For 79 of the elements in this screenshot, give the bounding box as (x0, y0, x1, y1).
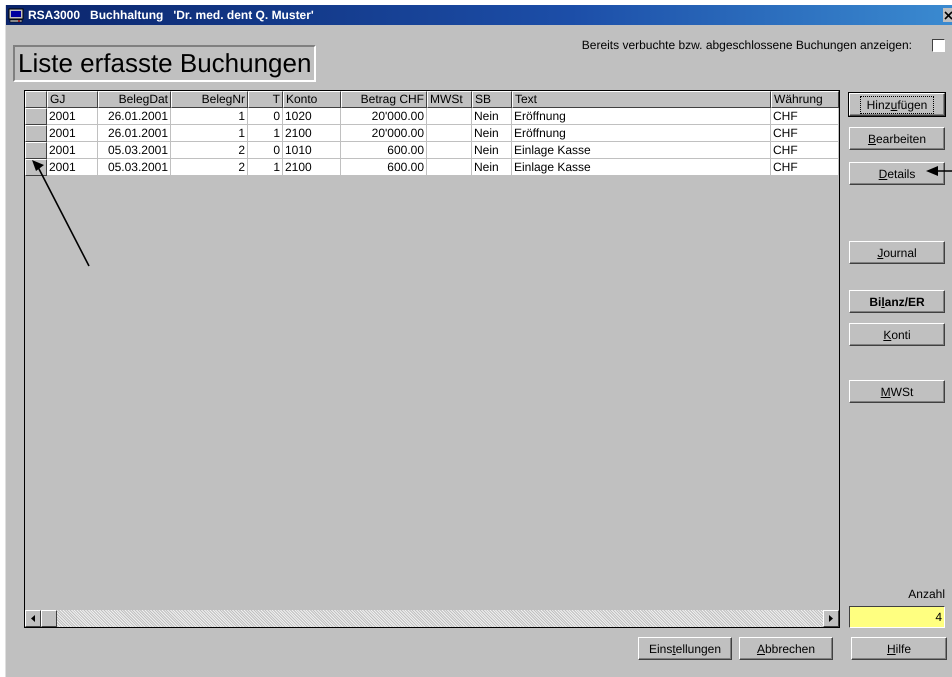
table-cell (427, 159, 472, 176)
table-cell: Eröffnung (512, 108, 771, 125)
table-cell: Nein (472, 108, 512, 125)
table-cell: CHF (771, 142, 839, 159)
annotation-arrow (926, 166, 952, 176)
table-cell: Nein (472, 125, 512, 142)
horizontal-scrollbar[interactable] (25, 609, 839, 627)
table-cell: 1010 (283, 142, 341, 159)
column-header[interactable]: BelegNr (171, 91, 248, 108)
action-button[interactable]: Bilanz/ER (849, 290, 945, 313)
table-cell: 2001 (47, 108, 98, 125)
table-cell: 0 (248, 142, 283, 159)
action-button[interactable]: Konti (849, 323, 945, 346)
action-button[interactable]: Hinzufügen (849, 93, 945, 116)
column-header[interactable]: Konto (283, 91, 341, 108)
table-cell: 1 (248, 125, 283, 142)
column-header[interactable]: Betrag CHF (341, 91, 427, 108)
table-cell: 20'000.00 (341, 108, 427, 125)
scroll-thumb[interactable] (41, 610, 57, 627)
checkbox-label: Bereits verbuchte bzw. abgeschlossene Buchungen anzeigen: (582, 38, 912, 52)
table-cell: Einlage Kasse (512, 159, 771, 176)
column-header[interactable]: T (248, 91, 283, 108)
row-selector[interactable] (25, 108, 47, 125)
table-cell: 26.01.2001 (98, 125, 171, 142)
table-cell: Nein (472, 159, 512, 176)
table-cell: CHF (771, 159, 839, 176)
dialog-button[interactable]: Hilfe (851, 637, 947, 660)
table-cell: 05.03.2001 (98, 142, 171, 159)
table-cell (427, 142, 472, 159)
table-cell: 1 (171, 108, 248, 125)
table-cell: Nein (472, 142, 512, 159)
table-cell: 26.01.2001 (98, 108, 171, 125)
row-selector[interactable] (25, 142, 47, 159)
column-header[interactable]: MWSt (427, 91, 472, 108)
table-cell: 2100 (283, 125, 341, 142)
window-title: RSA3000 Buchhaltung 'Dr. med. dent Q. Muster' (28, 8, 315, 22)
dialog-button[interactable]: Abbrechen (739, 637, 833, 660)
table-cell: 2001 (47, 142, 98, 159)
scroll-right-button[interactable] (823, 610, 839, 627)
action-button[interactable]: Bearbeiten (849, 127, 945, 150)
monitor-icon (8, 8, 24, 22)
table-cell: 2 (171, 142, 248, 159)
table-cell: 600.00 (341, 142, 427, 159)
table-cell: 05.03.2001 (98, 159, 171, 176)
left-arrow-icon (31, 615, 35, 622)
column-header[interactable]: BelegDat (98, 91, 171, 108)
close-button[interactable] (943, 8, 952, 22)
table-cell: 2100 (283, 159, 341, 176)
table-cell: Einlage Kasse (512, 142, 771, 159)
dialog-button[interactable]: Einstellungen (638, 637, 732, 660)
action-button[interactable]: Details (849, 162, 945, 185)
table-cell: 1020 (283, 108, 341, 125)
action-button[interactable]: MWSt (849, 380, 945, 403)
table-cell (427, 125, 472, 142)
table-cell: 1 (171, 125, 248, 142)
column-header[interactable]: Text (512, 91, 771, 108)
right-arrow-icon (829, 615, 833, 622)
table-cell: Eröffnung (512, 125, 771, 142)
count-field: 4 (849, 606, 945, 628)
table-cell: 1 (248, 159, 283, 176)
row-selector[interactable] (25, 125, 47, 142)
column-header[interactable]: SB (472, 91, 512, 108)
table-cell: CHF (771, 125, 839, 142)
table-cell: 600.00 (341, 159, 427, 176)
table-cell: 0 (248, 108, 283, 125)
column-header[interactable]: Währung (771, 91, 839, 108)
list-heading: Liste erfasste Buchungen (13, 45, 316, 82)
show-booked-checkbox[interactable] (932, 38, 945, 52)
table-cell: 2001 (47, 159, 98, 176)
table-cell: 2001 (47, 125, 98, 142)
table-cell (427, 108, 472, 125)
table-cell: CHF (771, 108, 839, 125)
table-cell: 20'000.00 (341, 125, 427, 142)
count-label: Anzahl (908, 587, 945, 601)
close-icon (943, 10, 952, 20)
table-cell: 2 (171, 159, 248, 176)
column-header[interactable]: GJ (47, 91, 98, 108)
scroll-left-button[interactable] (25, 610, 41, 627)
action-button[interactable]: Journal (849, 241, 945, 264)
